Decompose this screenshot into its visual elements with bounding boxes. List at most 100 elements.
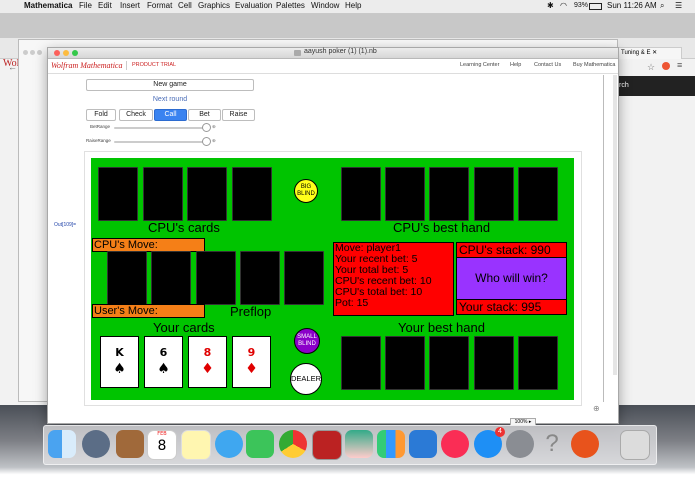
- battery-percent[interactable]: 93%: [574, 2, 588, 9]
- link-buy-mathematica[interactable]: Buy Mathematica: [573, 62, 616, 68]
- notebook-window: aayush poker (1) (1).nb Wolfram Mathemat…: [47, 47, 619, 426]
- chrome-icon[interactable]: [279, 430, 307, 458]
- photos-icon[interactable]: [345, 430, 373, 458]
- menu-cell[interactable]: Cell: [178, 1, 192, 10]
- clock[interactable]: Sun 11:26 AM: [607, 1, 657, 10]
- menu-graphics[interactable]: Graphics: [198, 1, 230, 10]
- wolfram-bar: Wolfram Mathematica PRODUCT TRIAL Learni…: [48, 59, 618, 74]
- notification-center-icon[interactable]: ☰: [675, 1, 682, 10]
- community-card: [151, 251, 191, 305]
- raise-range-slider[interactable]: [114, 141, 208, 143]
- link-contact-us[interactable]: Contact Us: [534, 62, 561, 68]
- launchpad-icon[interactable]: [82, 430, 110, 458]
- menu-evaluation[interactable]: Evaluation: [235, 1, 272, 10]
- cpu-best-card: [385, 167, 425, 221]
- menu-file[interactable]: File: [79, 1, 92, 10]
- bet-range-slider[interactable]: [114, 127, 208, 129]
- menu-format[interactable]: Format: [147, 1, 172, 10]
- cpu-cards-label: CPU's cards: [148, 220, 220, 235]
- bet-range-label: BetRange: [90, 124, 111, 129]
- contacts-icon[interactable]: [116, 430, 144, 458]
- bet-button[interactable]: Bet: [188, 109, 221, 121]
- cpu-stack: CPU's stack: 990: [456, 242, 567, 258]
- community-card: [196, 251, 236, 305]
- keynote-icon[interactable]: [409, 430, 437, 458]
- your-best-card: [429, 336, 469, 390]
- dealer-button: DEALER: [290, 363, 322, 395]
- bet-range-knob[interactable]: [202, 123, 211, 132]
- wifi-icon[interactable]: ◠: [560, 1, 567, 10]
- your-card: 8 ♦: [188, 336, 227, 388]
- calendar-icon[interactable]: FEB 8: [147, 430, 177, 460]
- notebook-file-icon: [294, 50, 301, 56]
- bluetooth-icon[interactable]: ✱: [547, 1, 554, 10]
- link-learning-center[interactable]: Learning Center: [460, 62, 499, 68]
- photo-booth-icon[interactable]: [312, 430, 342, 460]
- raise-range-label: RaiseRange: [86, 138, 111, 143]
- cpu-best-card: [429, 167, 469, 221]
- poker-table: CPU's cards BIG BLIND CPU's best hand CP…: [91, 158, 574, 400]
- vertical-scrollbar[interactable]: [613, 75, 617, 375]
- menu-bar: Mathematica File Edit Insert Format Cell…: [0, 0, 695, 14]
- window-controls-inactive: [23, 42, 42, 60]
- call-button[interactable]: Call: [154, 109, 187, 121]
- menu-palettes[interactable]: Palettes: [276, 1, 305, 10]
- notes-icon[interactable]: [181, 430, 211, 460]
- cpu-card: [98, 167, 138, 221]
- back-arrow-icon[interactable]: ←: [8, 62, 17, 72]
- star-icon[interactable]: ☆: [647, 62, 655, 73]
- menu-icon[interactable]: ≡: [677, 60, 682, 70]
- community-card: [107, 251, 147, 305]
- raise-range-expand-icon[interactable]: ⊕: [212, 138, 216, 144]
- extension-icon[interactable]: [662, 62, 670, 70]
- your-best-card: [474, 336, 514, 390]
- cpu-best-hand-label: CPU's best hand: [393, 220, 491, 235]
- help-question-icon[interactable]: ?: [538, 430, 566, 458]
- messages-icon[interactable]: [215, 430, 243, 458]
- stage-label: Preflop: [230, 304, 272, 319]
- new-game-button[interactable]: New game: [86, 79, 254, 91]
- app-store-icon[interactable]: 4: [474, 427, 505, 458]
- your-best-card: [518, 336, 558, 390]
- cpu-move-bar: CPU's Move:: [92, 238, 205, 252]
- cpu-card: [232, 167, 272, 221]
- menu-edit[interactable]: Edit: [98, 1, 112, 10]
- raise-range-knob[interactable]: [202, 137, 211, 146]
- your-best-card: [341, 336, 381, 390]
- add-cell-icon[interactable]: ⊕: [593, 404, 600, 413]
- mathematica-icon[interactable]: [571, 430, 599, 458]
- zoom-button[interactable]: [72, 50, 78, 56]
- menu-insert[interactable]: Insert: [120, 1, 140, 10]
- menu-window[interactable]: Window: [311, 1, 339, 10]
- fold-button[interactable]: Fold: [86, 109, 116, 121]
- cpu-card: [143, 167, 183, 221]
- trash-icon[interactable]: [620, 430, 650, 460]
- menu-app-name[interactable]: Mathematica: [24, 1, 72, 10]
- finder-icon[interactable]: [48, 430, 76, 458]
- numbers-icon[interactable]: [377, 430, 405, 458]
- spotlight-icon[interactable]: ⌕: [660, 1, 664, 11]
- cpu-card: [187, 167, 227, 221]
- facetime-icon[interactable]: [246, 430, 274, 458]
- your-best-card: [385, 336, 425, 390]
- your-card: 9 ♦: [232, 336, 271, 388]
- output-cell-label: Out[109]=: [54, 222, 77, 228]
- wolfram-logo: Wolfram Mathematica: [51, 61, 123, 70]
- menu-help[interactable]: Help: [345, 1, 361, 10]
- system-preferences-icon[interactable]: [506, 430, 534, 458]
- link-help[interactable]: Help: [510, 62, 521, 68]
- raise-button[interactable]: Raise: [222, 109, 255, 121]
- itunes-icon[interactable]: [441, 430, 469, 458]
- minimize-button[interactable]: [63, 50, 69, 56]
- bet-range-expand-icon[interactable]: ⊕: [212, 124, 216, 130]
- check-button[interactable]: Check: [119, 109, 153, 121]
- battery-icon[interactable]: [589, 3, 602, 10]
- info-pot: Pot: 15: [335, 297, 369, 309]
- community-card: [284, 251, 324, 305]
- cell-bracket[interactable]: [601, 75, 604, 402]
- close-button[interactable]: [54, 50, 60, 56]
- your-stack: Your stack: 995: [456, 299, 567, 315]
- next-round-button[interactable]: Next round: [86, 94, 254, 106]
- browser-side-banner: rch: [617, 76, 695, 96]
- browser-tab[interactable]: Tuning & E ✕: [617, 47, 682, 59]
